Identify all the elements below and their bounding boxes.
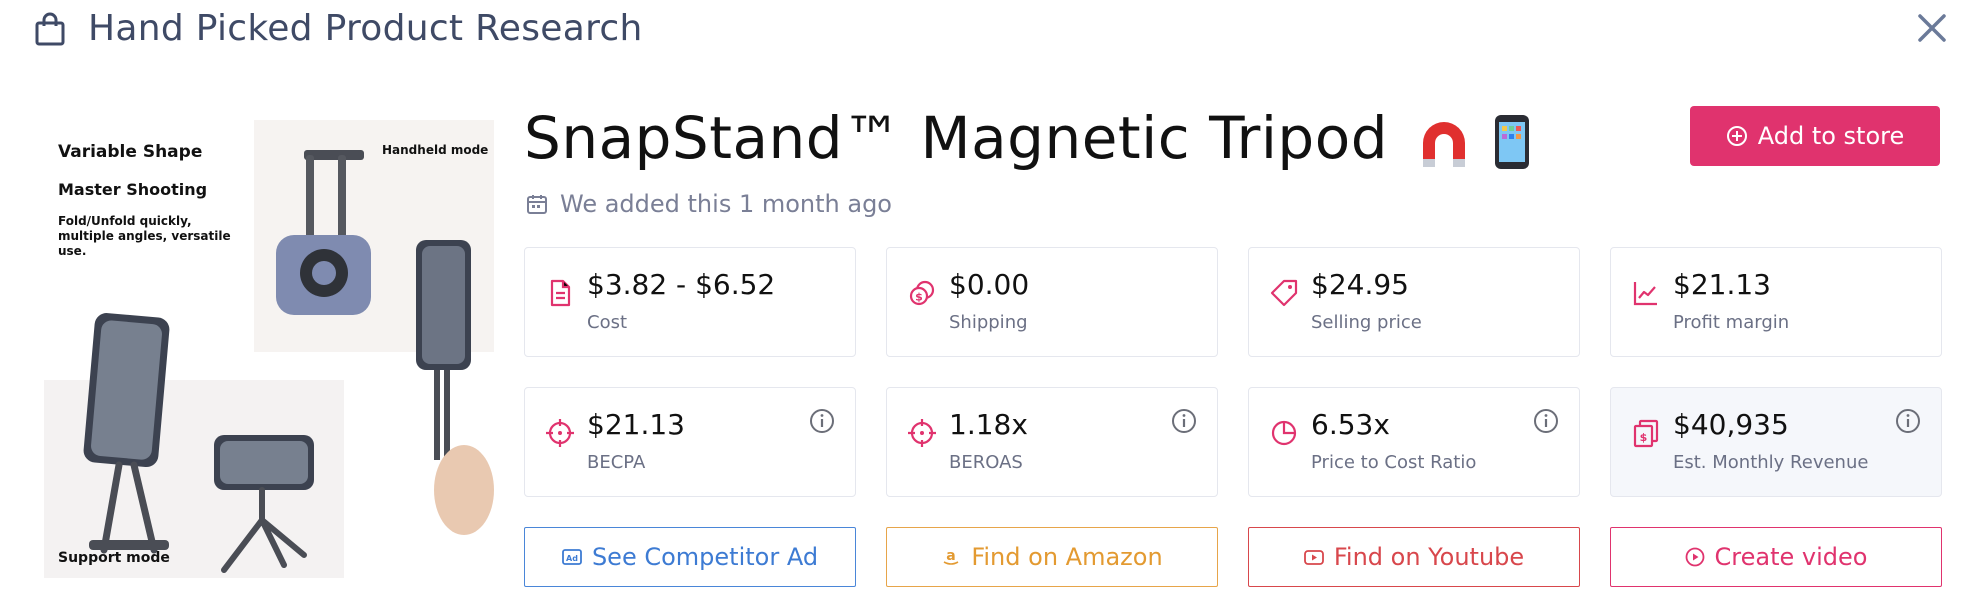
metric-card-shipping: $ $0.00 Shipping <box>886 247 1218 357</box>
find-on-youtube-label: Find on Youtube <box>1333 543 1525 571</box>
create-video-button[interactable]: Create video <box>1610 527 1942 587</box>
create-video-label: Create video <box>1714 543 1868 571</box>
find-on-amazon-label: Find on Amazon <box>971 543 1163 571</box>
play-circle-icon <box>1685 547 1704 567</box>
info-icon[interactable] <box>809 408 835 434</box>
crosshair-icon <box>908 419 936 447</box>
metric-label: Selling price <box>1311 312 1422 333</box>
metric-label: BECPA <box>587 452 646 473</box>
info-icon[interactable] <box>1895 408 1921 434</box>
magnet-icon <box>1423 121 1465 167</box>
svg-text:a: a <box>947 548 956 564</box>
modal-title: Hand Picked Product Research <box>88 8 643 49</box>
image-caption-4: Handheld mode <box>382 143 489 157</box>
close-icon[interactable] <box>1914 10 1950 46</box>
metric-card-selling-price: $24.95 Selling price <box>1248 247 1580 357</box>
product-image: Variable Shape Master Shooting Fold/Unfo… <box>44 110 494 578</box>
ad-icon: Ad <box>562 549 582 565</box>
svg-text:Ad: Ad <box>566 554 578 563</box>
info-icon[interactable] <box>1533 408 1559 434</box>
image-caption-5: Support mode <box>58 550 170 566</box>
metric-card-beroas: 1.18x BEROAS <box>886 387 1218 497</box>
metric-label: Profit margin <box>1673 312 1790 333</box>
metric-value: 6.53x <box>1311 408 1390 441</box>
metric-label: Price to Cost Ratio <box>1311 452 1477 473</box>
image-caption-1: Variable Shape <box>58 142 203 162</box>
line-chart-icon <box>1633 282 1657 306</box>
metric-label: Est. Monthly Revenue <box>1673 452 1869 473</box>
metric-value: $24.95 <box>1311 268 1409 301</box>
info-icon[interactable] <box>1171 408 1197 434</box>
amazon-icon: a <box>943 548 959 565</box>
crosshair-icon <box>546 419 574 447</box>
youtube-icon <box>1303 550 1324 565</box>
metric-value: $21.13 <box>1673 268 1771 301</box>
calendar-icon <box>527 195 547 214</box>
mobile-phone-icon <box>1494 114 1529 169</box>
modal-header: Hand Picked Product Research <box>34 8 643 49</box>
find-on-amazon-button[interactable]: a Find on Amazon <box>886 527 1218 587</box>
find-on-youtube-button[interactable]: Find on Youtube <box>1248 527 1580 587</box>
document-icon <box>550 279 571 307</box>
metric-label: Shipping <box>949 312 1028 333</box>
metrics-grid: $3.82 - $6.52 Cost $ $0.00 Shipping $24.… <box>524 247 1942 497</box>
action-buttons: Ad See Competitor Ad a Find on Amazon Fi… <box>524 527 1942 587</box>
image-caption-3: Fold/Unfold quickly, multiple angles, ve… <box>58 214 231 258</box>
price-tag-icon <box>1270 279 1298 307</box>
svg-text:$: $ <box>1640 431 1648 444</box>
metric-value: $3.82 - $6.52 <box>587 268 776 301</box>
receipt-icon: $ <box>1633 419 1659 448</box>
metric-label: BEROAS <box>949 452 1023 473</box>
svg-text:$: $ <box>915 291 923 304</box>
add-to-store-button[interactable]: Add to store <box>1690 106 1940 166</box>
metric-value: $0.00 <box>949 268 1030 301</box>
product-title-text: SnapStand™ Magnetic Tripod <box>524 104 1389 172</box>
added-date-text: We added this 1 month ago <box>560 190 892 218</box>
metric-label: Cost <box>587 312 628 333</box>
metric-card-becpa: $21.13 BECPA <box>524 387 856 497</box>
metric-card-price-to-cost: 6.53x Price to Cost Ratio <box>1248 387 1580 497</box>
added-date: We added this 1 month ago <box>526 190 892 218</box>
see-competitor-ad-button[interactable]: Ad See Competitor Ad <box>524 527 856 587</box>
plus-circle-icon <box>1726 126 1747 146</box>
shopping-bag-icon <box>35 12 65 45</box>
pie-chart-icon <box>1271 420 1297 446</box>
metric-value: $21.13 <box>587 408 685 441</box>
metric-card-monthly-revenue: $ $40,935 Est. Monthly Revenue <box>1610 387 1942 497</box>
metric-value: $40,935 <box>1673 408 1789 441</box>
coins-icon: $ <box>909 280 935 306</box>
metric-card-cost: $3.82 - $6.52 Cost <box>524 247 856 357</box>
metric-value: 1.18x <box>949 408 1028 441</box>
add-to-store-label: Add to store <box>1757 122 1905 150</box>
metric-card-profit-margin: $21.13 Profit margin <box>1610 247 1942 357</box>
product-title: SnapStand™ Magnetic Tripod <box>524 104 1532 172</box>
image-caption-2: Master Shooting <box>58 180 208 199</box>
see-competitor-ad-label: See Competitor Ad <box>591 543 819 571</box>
